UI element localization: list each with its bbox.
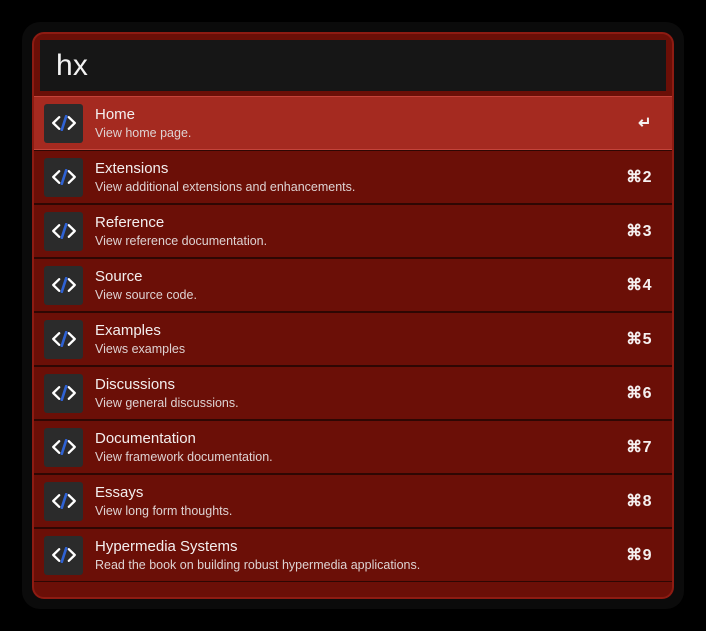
- result-subtitle: Read the book on building robust hyperme…: [95, 557, 421, 572]
- code-brackets-icon: [44, 427, 83, 467]
- result-row[interactable]: Hypermedia Systems Read the book on build…: [34, 528, 672, 582]
- result-text: Source View source code.: [95, 268, 612, 303]
- result-title: Reference: [95, 213, 165, 231]
- code-brackets-icon: [44, 103, 83, 143]
- result-text: Home View home page.: [95, 106, 624, 141]
- result-row[interactable]: Source View source code. ⌘4: [34, 258, 672, 312]
- keyboard-shortcut: ⌘9: [626, 547, 652, 564]
- screen-root: Home View home page. ↵ Extensions View addit…: [0, 0, 706, 631]
- result-text: Documentation View framework documentatio…: [95, 430, 612, 465]
- result-text: Extensions View additional extensions and…: [95, 160, 612, 195]
- result-title: Discussions: [95, 375, 176, 393]
- code-brackets-icon: [44, 319, 83, 359]
- search-input[interactable]: [40, 40, 666, 91]
- keyboard-shortcut: ⌘4: [626, 277, 652, 294]
- search-container: [34, 34, 672, 96]
- result-subtitle: View home page.: [95, 125, 192, 140]
- result-row[interactable]: Essays View long form thoughts. ⌘8: [34, 474, 672, 528]
- result-row[interactable]: Examples Views examples ⌘5: [34, 312, 672, 366]
- result-subtitle: View reference documentation.: [95, 233, 268, 248]
- result-text: Discussions View general discussions.: [95, 376, 612, 411]
- result-title: Home: [95, 105, 136, 123]
- result-title: Source: [95, 267, 143, 285]
- code-brackets-icon: [44, 211, 83, 251]
- keyboard-shortcut: ⌘7: [626, 439, 652, 456]
- keyboard-shortcut: ⌘3: [626, 223, 652, 240]
- result-text: Reference View reference documentation.: [95, 214, 612, 249]
- result-subtitle: View framework documentation.: [95, 449, 273, 464]
- code-brackets-icon: [44, 373, 83, 413]
- code-brackets-icon: [44, 535, 83, 575]
- result-title: Documentation: [95, 429, 196, 447]
- keyboard-shortcut: ⌘8: [626, 493, 652, 510]
- result-row[interactable]: Extensions View additional extensions and…: [34, 150, 672, 204]
- result-text: Essays View long form thoughts.: [95, 484, 612, 519]
- keyboard-shortcut: ⌘5: [626, 331, 652, 348]
- result-subtitle: View general discussions.: [95, 395, 239, 410]
- result-title: Essays: [95, 483, 144, 501]
- code-brackets-icon: [44, 265, 83, 305]
- command-palette: Home View home page. ↵ Extensions View addit…: [32, 32, 674, 599]
- results-list: Home View home page. ↵ Extensions View addit…: [34, 96, 672, 597]
- code-brackets-icon: [44, 481, 83, 521]
- result-row[interactable]: Reference View reference documentation. ⌘3: [34, 204, 672, 258]
- code-brackets-icon: [44, 157, 83, 197]
- result-subtitle: View long form thoughts.: [95, 503, 233, 518]
- result-subtitle: Views examples: [95, 341, 186, 356]
- result-row[interactable]: Documentation View framework documentatio…: [34, 420, 672, 474]
- result-title: Extensions: [95, 159, 169, 177]
- result-text: Hypermedia Systems Read the book on build…: [95, 538, 612, 573]
- result-subtitle: View additional extensions and enhanceme…: [95, 179, 356, 194]
- result-row[interactable]: Discussions View general discussions. ⌘6: [34, 366, 672, 420]
- result-subtitle: View source code.: [95, 287, 197, 302]
- keyboard-shortcut: ⌘6: [626, 385, 652, 402]
- keyboard-shortcut: ⌘2: [626, 169, 652, 186]
- enter-key-hint: ↵: [638, 115, 652, 132]
- result-title: Hypermedia Systems: [95, 537, 238, 555]
- result-text: Examples Views examples: [95, 322, 612, 357]
- result-row[interactable]: Home View home page. ↵: [34, 96, 672, 150]
- result-title: Examples: [95, 321, 161, 339]
